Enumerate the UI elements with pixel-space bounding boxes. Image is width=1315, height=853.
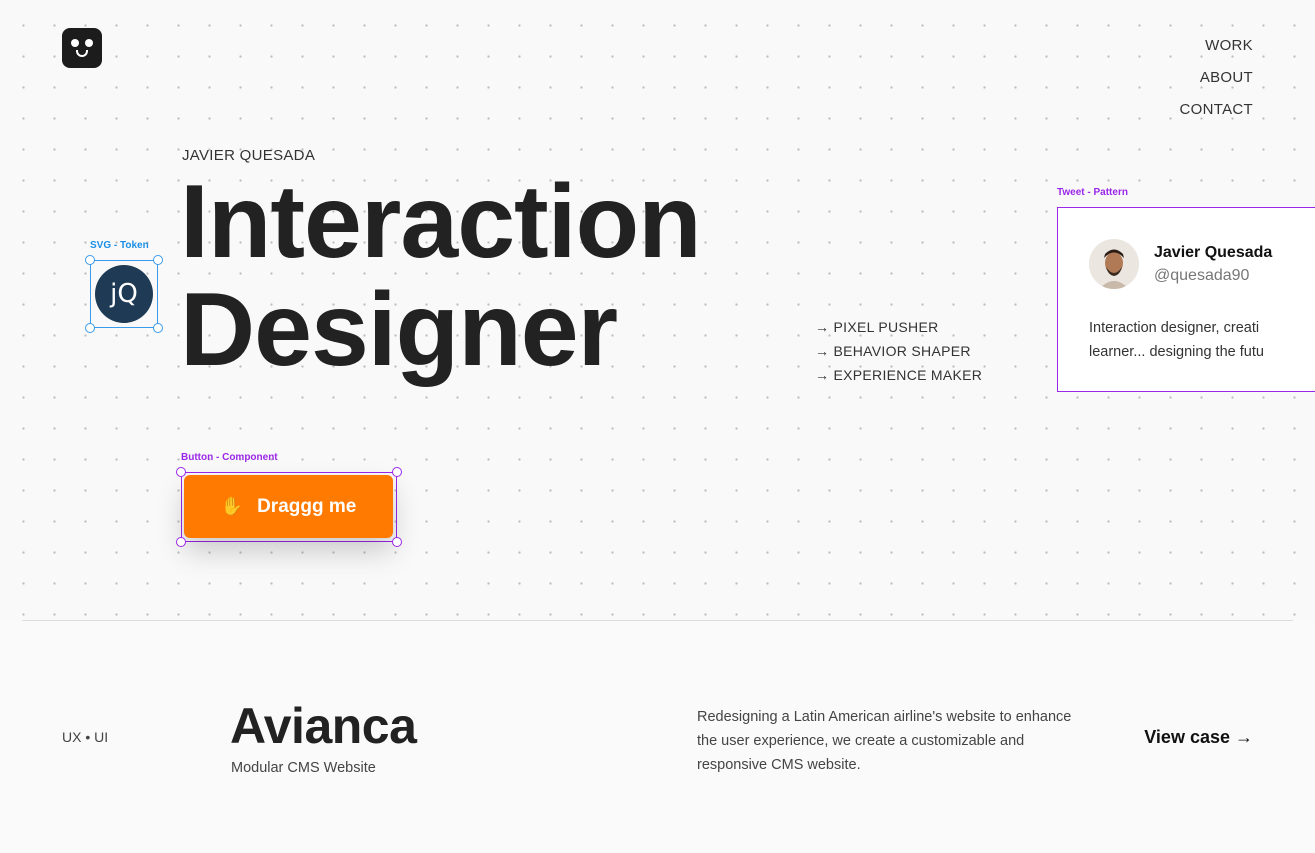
tweet-text-line: learner... designing the futu bbox=[1089, 344, 1264, 360]
resize-handle[interactable] bbox=[176, 537, 186, 547]
drag-me-button[interactable]: ✋ Draggg me bbox=[184, 475, 393, 538]
case-subtitle: Modular CMS Website bbox=[231, 760, 376, 776]
tweet-text-line: Interaction designer, creati bbox=[1089, 320, 1260, 336]
resize-handle[interactable] bbox=[153, 323, 163, 333]
resize-handle[interactable] bbox=[85, 255, 95, 265]
case-description: Redesigning a Latin American airline's w… bbox=[697, 709, 1072, 773]
resize-handle[interactable] bbox=[392, 537, 402, 547]
view-case-link[interactable]: View case → bbox=[1144, 727, 1253, 748]
tweet-text: Interaction designer, creati learner... … bbox=[1089, 316, 1315, 364]
resize-handle[interactable] bbox=[153, 255, 163, 265]
resize-handle[interactable] bbox=[85, 323, 95, 333]
case-title: Avianca bbox=[230, 698, 417, 754]
nav-about[interactable]: ABOUT bbox=[1180, 62, 1253, 94]
svg-token-frame[interactable]: jQ bbox=[85, 255, 163, 333]
case-study-row[interactable]: UX • UI Avianca Modular CMS Website Rede… bbox=[0, 621, 1315, 853]
headline: Interaction Designer bbox=[180, 168, 702, 384]
logo-smile bbox=[76, 50, 88, 57]
drag-me-label: Draggg me bbox=[257, 495, 357, 517]
button-tag: Button - Component bbox=[181, 452, 278, 463]
resize-handle[interactable] bbox=[392, 467, 402, 477]
nav-contact[interactable]: CONTACT bbox=[1180, 94, 1253, 126]
nav-work[interactable]: WORK bbox=[1180, 30, 1253, 62]
logo-smiley-icon[interactable] bbox=[62, 28, 102, 68]
hand-icon: ✋ bbox=[220, 496, 244, 517]
taglines: → PIXEL PUSHER → BEHAVIOR SHAPER → EXPER… bbox=[815, 315, 982, 387]
hero-section: WORK ABOUT CONTACT JAVIER QUESADA Intera… bbox=[0, 0, 1315, 620]
resize-handle[interactable] bbox=[176, 467, 186, 477]
logo-eye bbox=[71, 39, 79, 47]
button-component-frame: ✋ Draggg me bbox=[176, 467, 402, 547]
headline-line-1: Interaction bbox=[180, 164, 702, 280]
tagline-item: → PIXEL PUSHER bbox=[815, 319, 939, 335]
monogram-badge: jQ bbox=[95, 265, 153, 323]
tagline-item: → EXPERIENCE MAKER bbox=[815, 367, 983, 383]
case-category: UX • UI bbox=[62, 729, 109, 745]
tweet-author: Javier Quesada bbox=[1154, 244, 1273, 261]
headline-line-2: Designer bbox=[180, 272, 618, 388]
avatar bbox=[1089, 239, 1139, 289]
tagline-item: → BEHAVIOR SHAPER bbox=[815, 343, 971, 359]
token-tag: SVG - Token bbox=[90, 240, 149, 251]
tweet-handle: @quesada90 bbox=[1154, 267, 1250, 284]
name-label: JAVIER QUESADA bbox=[182, 147, 316, 164]
logo-eye bbox=[85, 39, 93, 47]
main-nav: WORK ABOUT CONTACT bbox=[1180, 30, 1253, 126]
tweet-card[interactable]: Javier Quesada @quesada90 Interaction de… bbox=[1057, 207, 1315, 392]
tweet-tag: Tweet - Pattern bbox=[1057, 187, 1128, 198]
